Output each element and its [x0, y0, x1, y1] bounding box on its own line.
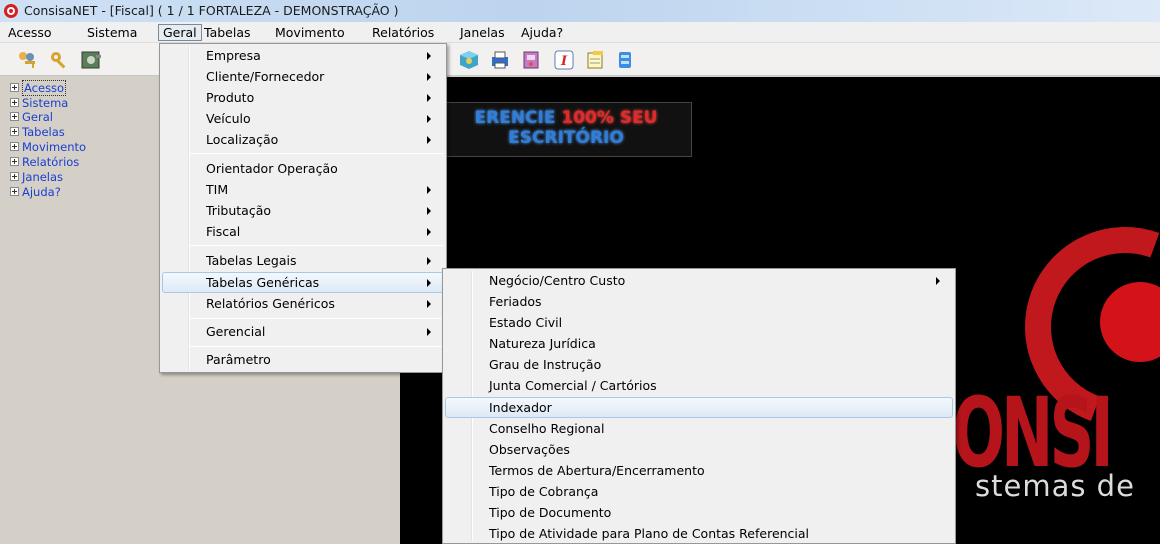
tree-item-tabelas[interactable]: Tabelas — [10, 125, 65, 140]
menu-item-tabelas-legais[interactable]: Tabelas Legais — [162, 250, 444, 271]
submenu-item-natureza-juridica[interactable]: Natureza Jurídica — [445, 333, 953, 354]
menu-geral[interactable]: Geral — [158, 24, 202, 41]
menu-bar: Acesso Sistema Geral Tabelas Movimento R… — [0, 22, 1160, 43]
expand-icon[interactable] — [10, 98, 19, 107]
menu-item-relatorios-genericos[interactable]: Relatórios Genéricos — [162, 293, 444, 314]
submenu-arrow-icon — [427, 136, 431, 144]
menu-separator — [190, 346, 444, 347]
menu-item-orientador-operacao[interactable]: Orientador Operação — [162, 158, 444, 179]
submenu-item-tipo-de-documento[interactable]: Tipo de Documento — [445, 502, 953, 523]
tree-item-movimento[interactable]: Movimento — [10, 140, 86, 155]
menu-item-localizacao[interactable]: Localização — [162, 129, 444, 150]
submenu-arrow-icon — [427, 207, 431, 215]
menu-item-veiculo[interactable]: Veículo — [162, 108, 444, 129]
tree-item-geral[interactable]: Geral — [10, 110, 53, 125]
notepad-icon[interactable] — [584, 49, 606, 71]
submenu-item-negocio-centro-custo[interactable]: Negócio/Centro Custo — [445, 270, 953, 291]
tree-item-relatorios[interactable]: Relatórios — [10, 155, 79, 170]
menu-item-tributacao[interactable]: Tributação — [162, 200, 444, 221]
submenu-arrow-icon — [427, 257, 431, 265]
submenu-item-indexador[interactable]: Indexador — [445, 397, 953, 418]
expand-icon[interactable] — [10, 112, 19, 121]
menu-relatorios[interactable]: Relatórios — [368, 24, 438, 41]
submenu-arrow-icon — [427, 52, 431, 60]
submenu-arrow-icon — [936, 277, 940, 285]
expand-icon[interactable] — [10, 142, 19, 151]
menu-item-empresa[interactable]: Empresa — [162, 45, 444, 66]
safe-icon[interactable] — [80, 49, 102, 71]
submenu-arrow-icon — [427, 94, 431, 102]
key-icon[interactable] — [48, 49, 70, 71]
submenu-arrow-icon — [427, 186, 431, 194]
submenu-item-termos-abertura[interactable]: Termos de Abertura/Encerramento — [445, 460, 953, 481]
tree-item-sistema[interactable]: Sistema — [10, 96, 68, 111]
promo-banner: ERENCIE 100% SEU ESCRITÓRIO — [440, 102, 692, 157]
package-icon[interactable] — [458, 49, 480, 71]
submenu-item-grau-de-instrucao[interactable]: Grau de Instrução — [445, 354, 953, 375]
submenu-arrow-icon — [427, 115, 431, 123]
menu-sistema[interactable]: Sistema — [83, 24, 141, 41]
app-logo-icon[interactable] — [4, 4, 18, 18]
tabelas-genericas-submenu: Negócio/Centro Custo Feriados Estado Civ… — [442, 268, 956, 544]
tree-item-ajuda[interactable]: Ajuda? — [10, 185, 61, 200]
submenu-arrow-icon — [427, 328, 431, 336]
menu-janelas[interactable]: Janelas — [456, 24, 509, 41]
expand-icon[interactable] — [10, 127, 19, 136]
tree-item-acesso[interactable]: Acesso — [10, 80, 67, 96]
submenu-item-junta-comercial[interactable]: Junta Comercial / Cartórios — [445, 375, 953, 396]
menu-ajuda[interactable]: Ajuda? — [517, 24, 567, 41]
text-italic-icon[interactable]: I — [553, 49, 575, 71]
menu-item-produto[interactable]: Produto — [162, 87, 444, 108]
title-bar: ConsisaNET - [Fiscal] ( 1 / 1 FORTALEZA … — [0, 0, 1160, 22]
users-key-icon[interactable] — [16, 49, 38, 71]
menu-separator — [190, 153, 444, 154]
database-icon[interactable] — [614, 49, 636, 71]
submenu-item-tipo-de-cobranca[interactable]: Tipo de Cobrança — [445, 481, 953, 502]
expand-icon[interactable] — [10, 187, 19, 196]
menu-separator — [190, 318, 444, 319]
submenu-item-estado-civil[interactable]: Estado Civil — [445, 312, 953, 333]
submenu-arrow-icon — [427, 300, 431, 308]
menu-item-fiscal[interactable]: Fiscal — [162, 221, 444, 242]
menu-tabelas[interactable]: Tabelas — [200, 24, 255, 41]
geral-dropdown-menu: Empresa Cliente/Fornecedor Produto Veícu… — [159, 43, 447, 373]
submenu-arrow-icon — [427, 279, 431, 287]
submenu-item-observacoes[interactable]: Observações — [445, 439, 953, 460]
menu-item-gerencial[interactable]: Gerencial — [162, 321, 444, 342]
book-icon[interactable] — [520, 49, 542, 71]
expand-icon[interactable] — [10, 157, 19, 166]
submenu-item-tipo-de-atividade[interactable]: Tipo de Atividade para Plano de Contas R… — [445, 523, 953, 544]
svg-text:I: I — [560, 54, 568, 69]
menu-item-tabelas-genericas[interactable]: Tabelas Genéricas — [162, 272, 444, 293]
menu-item-parametro[interactable]: Parâmetro — [162, 349, 444, 370]
submenu-arrow-icon — [427, 73, 431, 81]
submenu-item-conselho-regional[interactable]: Conselho Regional — [445, 418, 953, 439]
menu-separator — [190, 245, 444, 246]
submenu-item-feriados[interactable]: Feriados — [445, 291, 953, 312]
expand-icon[interactable] — [10, 172, 19, 181]
submenu-arrow-icon — [427, 228, 431, 236]
menu-item-cliente-fornecedor[interactable]: Cliente/Fornecedor — [162, 66, 444, 87]
printer-icon[interactable] — [489, 49, 511, 71]
tree-item-janelas[interactable]: Janelas — [10, 170, 63, 185]
brand-tagline: stemas de — [975, 469, 1135, 503]
menu-acesso[interactable]: Acesso — [4, 24, 56, 41]
menu-movimento[interactable]: Movimento — [271, 24, 349, 41]
menu-item-tim[interactable]: TIM — [162, 179, 444, 200]
expand-icon[interactable] — [10, 83, 19, 92]
window-title: ConsisaNET - [Fiscal] ( 1 / 1 FORTALEZA … — [24, 3, 399, 18]
